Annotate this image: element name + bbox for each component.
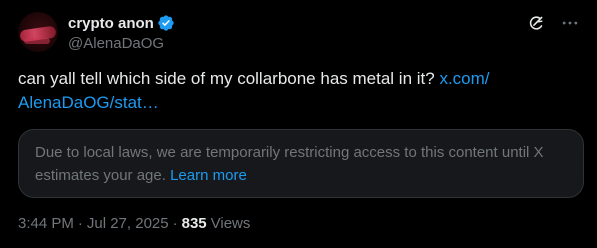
meta-separator: ·: [77, 215, 83, 232]
post-date[interactable]: Jul 27, 2025: [87, 215, 169, 232]
views-label: Views: [210, 215, 251, 232]
post-text: can yall tell which side of my collarbon…: [18, 67, 578, 115]
post-meta: 3:44 PM · Jul 27, 2025 · 835 Views: [18, 215, 250, 232]
post-time[interactable]: 3:44 PM: [18, 215, 74, 232]
post-link-line2[interactable]: AlenaDaOG/stat…: [18, 93, 159, 112]
notice-text: Due to local laws, we are temporarily re…: [35, 144, 544, 184]
post-text-content: can yall tell which side of my collarbon…: [18, 69, 440, 88]
views-count[interactable]: 835: [182, 215, 207, 232]
restricted-content-notice: Due to local laws, we are temporarily re…: [18, 129, 584, 198]
learn-more-link[interactable]: Learn more: [170, 167, 247, 184]
top-actions: [525, 12, 581, 34]
grok-icon[interactable]: [525, 12, 547, 34]
author-display-name[interactable]: crypto anon: [68, 15, 154, 32]
more-dots-icon[interactable]: [559, 12, 581, 34]
verified-badge-icon[interactable]: [157, 14, 175, 32]
post-link-line1[interactable]: x.com/: [439, 69, 489, 88]
post: crypto anon @AlenaDaOG can yall tell whi…: [0, 0, 597, 248]
meta-separator: ·: [172, 215, 178, 232]
avatar[interactable]: [18, 12, 58, 52]
avatar-streak-secondary: [24, 38, 50, 44]
author-name-row: crypto anon: [68, 13, 175, 33]
author-handle[interactable]: @AlenaDaOG: [68, 35, 164, 52]
